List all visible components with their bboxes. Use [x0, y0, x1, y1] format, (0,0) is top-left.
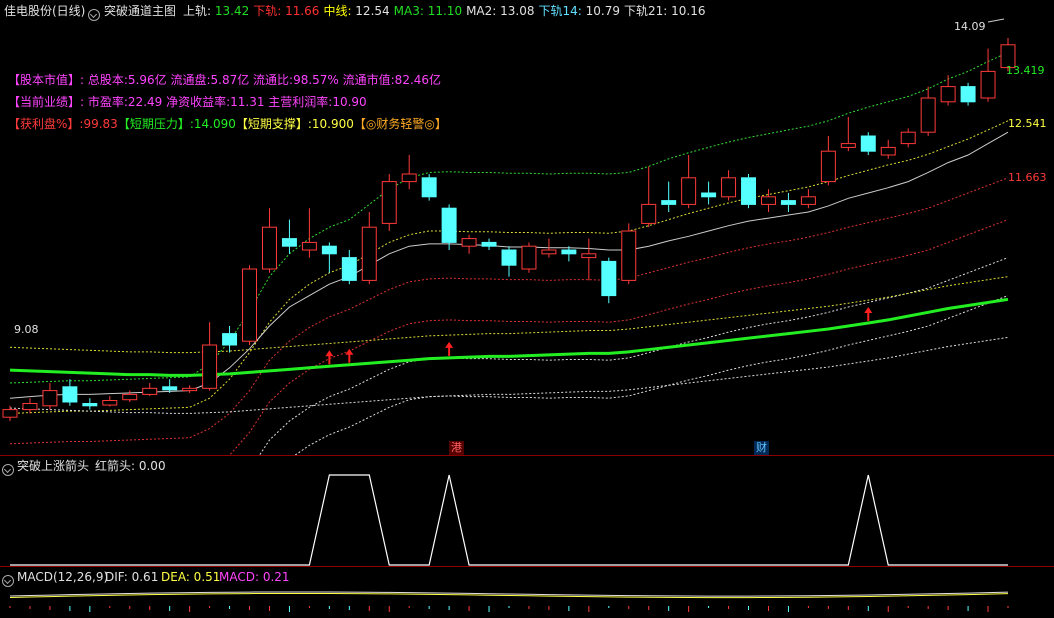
- signal-sub-chart[interactable]: [0, 455, 1054, 566]
- hk-connect-marker[interactable]: 港: [449, 441, 464, 455]
- candle-up: [242, 268, 258, 342]
- upper-band-line: [9, 51, 1009, 384]
- finance-report-marker[interactable]: 财: [754, 441, 769, 455]
- candle-up: [980, 70, 996, 99]
- candle-up: [202, 344, 218, 389]
- candle-up: [940, 86, 956, 103]
- candle-up: [182, 387, 198, 392]
- signal-line: [10, 474, 1008, 566]
- candle-up: [22, 403, 38, 411]
- candle-up: [920, 97, 936, 133]
- candle-down: [661, 200, 677, 205]
- main-price-chart[interactable]: [0, 0, 1054, 455]
- lower-band-line: [9, 177, 1009, 445]
- red-arrow-icon: [345, 348, 354, 363]
- candle-up: [621, 230, 637, 281]
- candle-down: [561, 249, 577, 255]
- high-price-label: 14.09: [954, 20, 986, 33]
- candle-up: [361, 226, 377, 281]
- lower-band-label: 11.663: [1008, 171, 1047, 184]
- candle-down: [960, 86, 976, 103]
- red-arrow-icon: [445, 341, 454, 356]
- candle-up: [42, 390, 58, 407]
- candle-up: [2, 409, 18, 418]
- candle-down: [281, 238, 297, 247]
- candle-down: [341, 257, 357, 281]
- candle-up: [142, 387, 158, 395]
- candle-down: [780, 200, 796, 205]
- arrow-head: [445, 341, 454, 348]
- candle-up: [261, 226, 277, 270]
- upper-band-label: 13.419: [1006, 64, 1045, 77]
- candle-up: [820, 150, 836, 183]
- candle-down: [421, 177, 437, 198]
- low-price-label: 9.08: [14, 323, 39, 336]
- candle-up: [401, 173, 417, 183]
- candle-down: [62, 386, 78, 403]
- candle-down: [501, 249, 517, 266]
- ma3-bold-line: [9, 297, 1009, 377]
- candle-down: [162, 386, 178, 391]
- candle-up: [301, 241, 317, 251]
- candle-up: [641, 203, 657, 224]
- candle-down: [701, 192, 717, 198]
- mid-band-label: 12.541: [1008, 117, 1047, 130]
- red-arrow-icon: [864, 306, 873, 321]
- candle-down: [860, 135, 876, 152]
- candle-up: [541, 249, 557, 255]
- candle-up: [461, 238, 477, 247]
- arrow-head: [325, 350, 334, 357]
- candle-up: [900, 131, 916, 145]
- candle-up: [122, 393, 138, 401]
- support-line-yellow: [9, 276, 1009, 354]
- candle-up: [760, 196, 776, 205]
- candle-down: [222, 333, 238, 346]
- candle-up: [521, 245, 537, 270]
- candle-up: [880, 146, 896, 156]
- candle-up: [102, 399, 118, 406]
- arrow-head: [864, 306, 873, 313]
- candle-up: [381, 181, 397, 224]
- macd-sub-chart[interactable]: [0, 566, 1054, 618]
- candle-up: [800, 196, 816, 205]
- candle-up: [721, 177, 737, 198]
- red-arrow-icon: [325, 350, 334, 365]
- candle-down: [321, 245, 337, 255]
- candle-down: [82, 403, 98, 407]
- candle-down: [601, 260, 617, 297]
- candle-down: [481, 241, 497, 247]
- candle-down: [441, 207, 457, 243]
- candle-up: [581, 253, 597, 259]
- high-pointer-line: [987, 18, 1005, 23]
- candle-up: [840, 143, 856, 148]
- candle-down: [741, 177, 757, 205]
- candle-up: [681, 177, 697, 205]
